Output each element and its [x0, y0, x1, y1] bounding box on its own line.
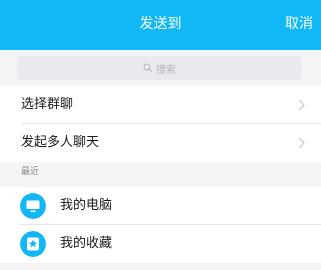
top-bar: 发送到 取消	[0, 0, 321, 50]
recent-item-my-favorites[interactable]: 我的收藏	[0, 225, 321, 263]
page-title: 发送到	[139, 16, 182, 32]
cancel-button[interactable]: 取消	[285, 15, 313, 33]
search-placeholder: 搜索	[156, 64, 176, 76]
chevron-right-icon	[298, 137, 305, 149]
favorites-icon	[20, 231, 46, 257]
select-group-chat-label: 选择群聊	[21, 97, 74, 112]
search-icon	[143, 63, 153, 73]
computer-icon	[20, 193, 46, 219]
start-multi-chat-label: 发起多人聊天	[21, 135, 100, 150]
recent-item-label: 我的收藏	[60, 236, 113, 251]
select-group-chat-row[interactable]: 选择群聊	[0, 86, 321, 124]
search-bar: 搜索	[0, 50, 321, 86]
recent-item-label: 我的电脑	[60, 198, 113, 213]
search-input[interactable]: 搜索	[17, 56, 302, 80]
recent-section-label: 最近	[21, 167, 40, 177]
recent-item-my-computer[interactable]: 我的电脑	[0, 187, 321, 225]
start-multi-chat-row[interactable]: 发起多人聊天	[0, 124, 321, 162]
chevron-right-icon	[298, 99, 305, 111]
